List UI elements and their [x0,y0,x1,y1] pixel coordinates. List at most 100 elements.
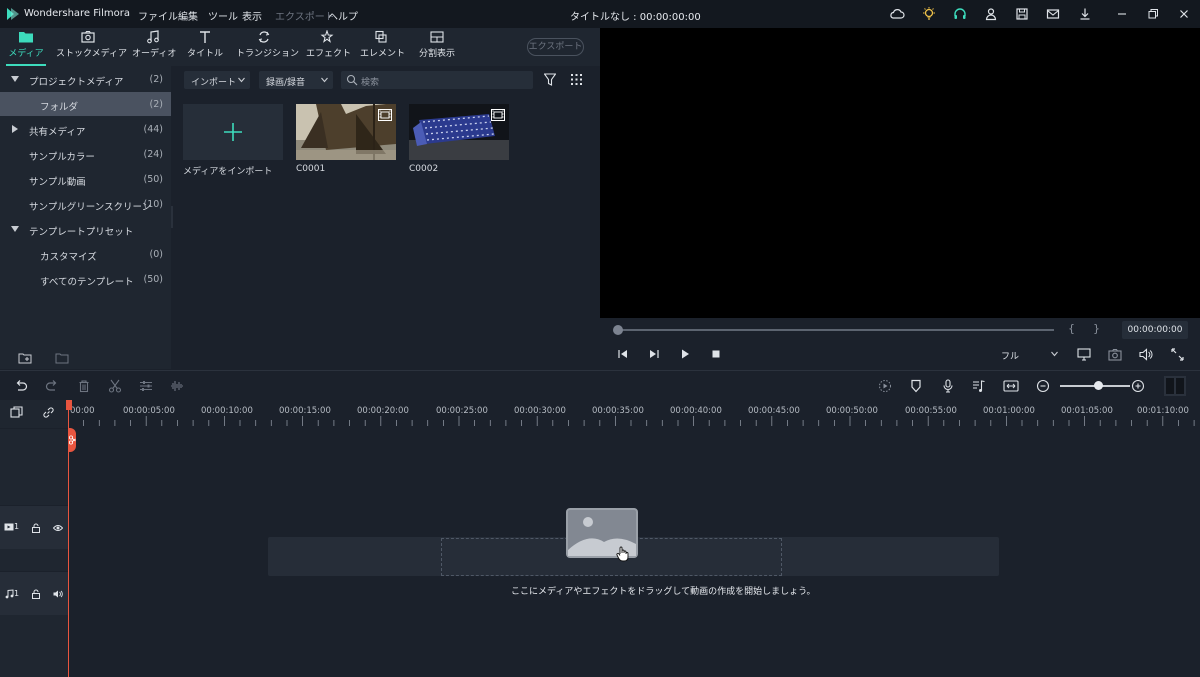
cut-icon[interactable] [108,379,122,393]
sidebar-item-sample-color[interactable]: サンプルカラー (24) [0,142,171,166]
tab-split-screen[interactable]: 分割表示 [414,30,460,64]
step-forward-icon[interactable] [648,348,660,360]
zoom-in-icon[interactable] [1131,379,1145,393]
add-track-icon[interactable] [10,406,23,419]
sidebar-item-project-media[interactable]: プロジェクトメディア (2) [0,67,171,91]
fit-timeline-icon[interactable] [1003,379,1019,393]
ruler-tick-label: 00:00:15:00 [279,406,331,416]
ruler-tick-label: 00:00:30:00 [514,406,566,416]
ruler-tick-label: 00:00:45:00 [748,406,800,416]
snapshot-camera-icon[interactable] [1108,348,1122,361]
lightbulb-icon[interactable] [921,6,937,22]
folder-outline-icon[interactable] [55,352,69,364]
clip-thumbnail-c0002[interactable] [409,104,509,160]
save-icon[interactable] [1014,6,1030,22]
step-back-icon[interactable] [617,348,629,360]
grid-view-icon[interactable] [571,74,582,85]
record-dropdown[interactable]: 録画/録音 [259,71,333,89]
search-input[interactable]: 検索 [341,71,533,89]
restore-icon[interactable] [1145,6,1161,22]
tab-transition[interactable]: トランジション [236,30,299,64]
scrubber-handle[interactable] [613,325,623,335]
music-note-icon [147,30,159,44]
menu-export[interactable]: エクスポート [275,8,335,23]
marker-shield-icon[interactable] [909,379,923,393]
video-track-header: 1 [0,505,68,549]
preview-scrubber[interactable] [618,329,1054,331]
chevron-down-icon[interactable] [11,225,19,233]
import-dropdown[interactable]: インポート [184,71,250,89]
import-media-tile[interactable] [183,104,283,160]
export-button[interactable]: エクスポート [527,38,584,56]
chevron-right-icon[interactable] [11,125,19,133]
scissors-icon [68,435,76,445]
headset-icon[interactable] [952,6,968,22]
audio-track-header: 1 [0,571,68,615]
voiceover-music-icon[interactable] [972,379,986,393]
filter-icon[interactable] [544,73,556,86]
redo-icon[interactable] [45,379,59,393]
mark-in-bracket[interactable]: { [1068,322,1075,335]
zoom-slider-handle[interactable] [1094,381,1103,390]
zoom-out-icon[interactable] [1036,379,1050,393]
drag-media-placeholder [566,508,638,562]
render-preview-icon[interactable] [878,379,892,393]
chevron-down-icon [1051,351,1058,357]
mail-icon[interactable] [1045,6,1061,22]
link-icon[interactable] [42,406,55,419]
user-icon[interactable] [983,6,999,22]
download-icon[interactable] [1077,6,1093,22]
sidebar-item-folder[interactable]: フォルダ (2) [0,92,171,116]
audio-track-icon [5,589,14,599]
monitor-icon[interactable] [1077,348,1091,361]
delete-icon[interactable] [77,379,91,393]
timeline-ruler[interactable]: 00:00 00:00:05:00 00:00:10:00 00:00:15:0… [68,400,1200,428]
menu-view[interactable]: 表示 [242,8,262,23]
preview-zoom-select[interactable]: フル [996,345,1062,363]
new-folder-icon[interactable] [18,352,32,364]
sidebar-item-sample-green-screen[interactable]: サンプルグリーンスクリーン (10) [0,192,171,216]
tab-media[interactable]: メディア [6,30,46,66]
mark-out-bracket[interactable]: } [1093,322,1100,335]
stop-icon[interactable] [710,348,722,360]
panel-layout-toggle[interactable] [1164,376,1186,396]
sidebar-item-shared-media[interactable]: 共有メディア (44) [0,117,171,141]
lock-icon[interactable] [31,589,41,599]
sidebar-item-customize[interactable]: カスタマイズ (0) [0,242,171,266]
microphone-icon[interactable] [941,379,955,393]
menu-edit[interactable]: 編集 [178,8,198,23]
volume-icon[interactable] [1139,348,1153,361]
tab-audio[interactable]: オーディオ [132,30,176,64]
cloud-icon[interactable] [889,6,905,22]
clip-thumbnail-c0001[interactable] [296,104,396,160]
tab-title[interactable]: タイトル [186,30,224,64]
clip-name: C0002 [409,164,439,174]
tab-stock-media[interactable]: ストックメディア [56,30,127,64]
audio-waveform-icon[interactable] [170,379,184,393]
menu-tools[interactable]: ツール [208,8,238,23]
tab-effects[interactable]: エフェクト [306,30,351,64]
eye-icon[interactable] [53,523,63,533]
sidebar-item-template-presets[interactable]: テンプレートプリセット [0,217,171,241]
speaker-icon[interactable] [53,589,63,599]
split-screen-icon [430,31,444,43]
sidebar-item-sample-video[interactable]: サンプル動画 (50) [0,167,171,191]
adjust-icon[interactable] [139,379,153,393]
playhead-top-marker[interactable] [66,400,72,410]
playhead-handle[interactable] [68,428,76,452]
play-icon[interactable] [679,348,691,360]
ruler-tick-label: 00:00:05:00 [123,406,175,416]
minimize-icon[interactable] [1114,6,1130,22]
fullscreen-icon[interactable] [1171,348,1184,361]
preview-viewer[interactable] [600,28,1200,318]
menu-file[interactable]: ファイル [138,8,178,23]
undo-icon[interactable] [14,379,28,393]
audio-track-number: 1 [14,589,20,598]
tab-elements[interactable]: エレメント [360,30,405,64]
close-icon[interactable] [1176,6,1192,22]
lock-icon[interactable] [31,523,41,533]
menu-help[interactable]: ヘルプ [328,8,358,23]
sidebar-item-all-templates[interactable]: すべてのテンプレート (50) [0,267,171,291]
ruler-tick-label: 00:00:40:00 [670,406,722,416]
chevron-down-icon[interactable] [11,75,19,83]
